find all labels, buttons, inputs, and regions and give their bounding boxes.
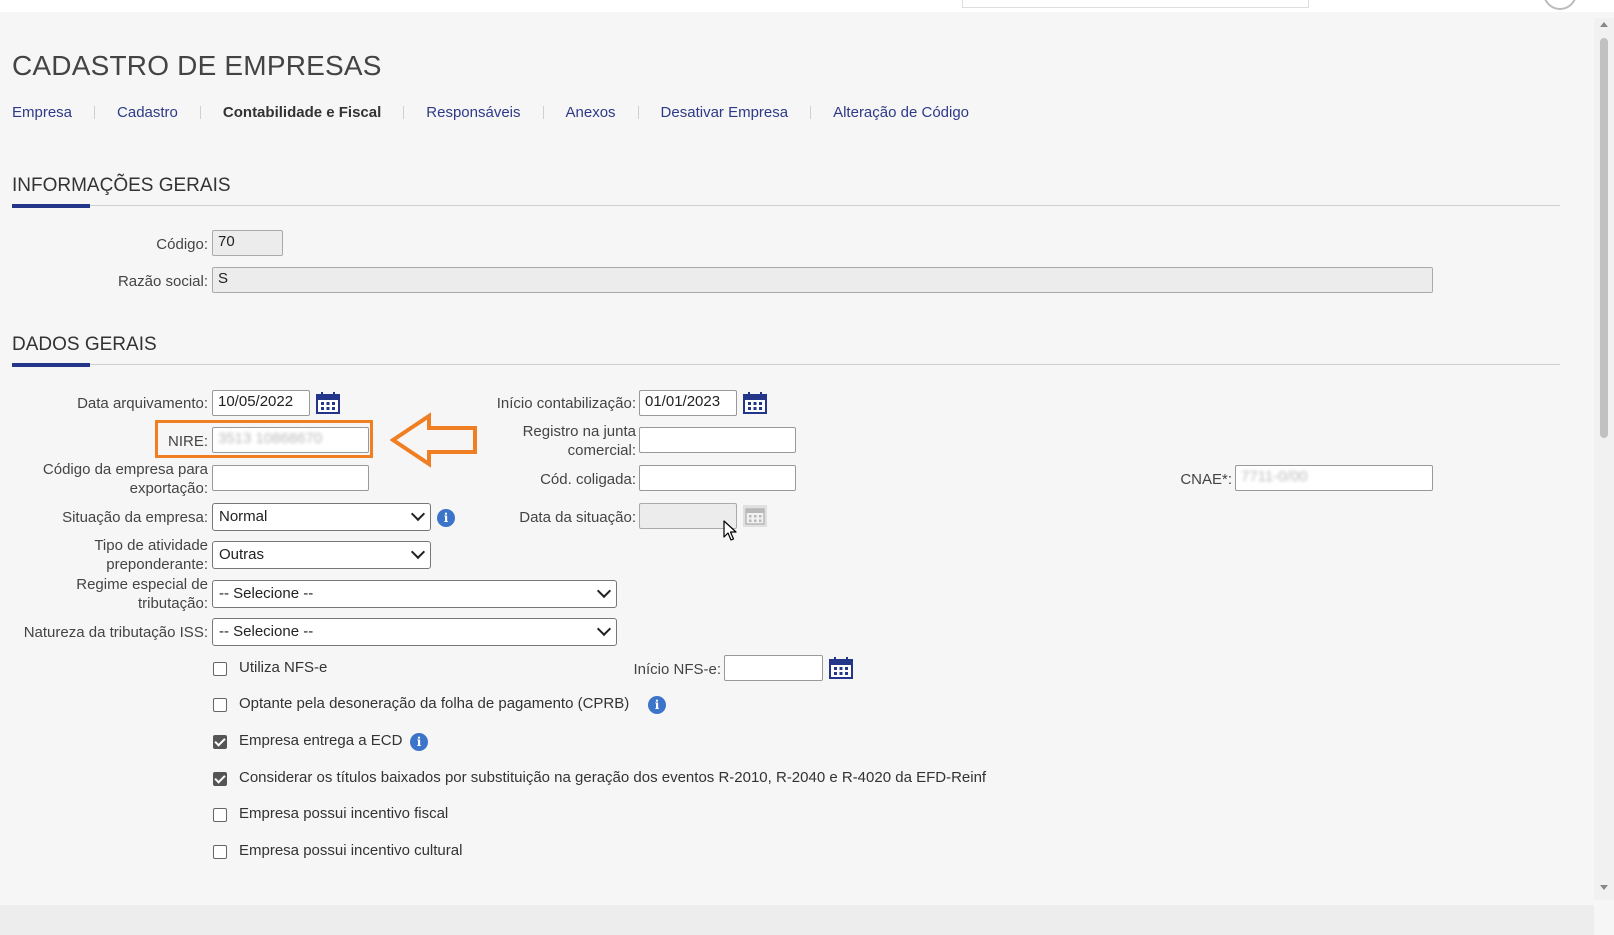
inicio-nfse-field[interactable]	[724, 655, 823, 681]
section-accent-bar	[12, 363, 90, 367]
titulos-baixados-checkbox[interactable]	[213, 772, 227, 786]
calendar-icon[interactable]	[829, 657, 853, 679]
tab-responsaveis[interactable]: Responsáveis	[426, 104, 520, 121]
cprb-checkbox[interactable]	[213, 698, 227, 712]
cnae-value: 7711-0/00	[1241, 468, 1308, 485]
tab-empresa[interactable]: Empresa	[12, 104, 72, 121]
data-situacao-label: Data da situação:	[519, 509, 636, 526]
regime-especial-value: -- Selecione --	[219, 585, 314, 602]
ecd-checkbox[interactable]	[213, 735, 227, 749]
calendar-icon[interactable]	[743, 392, 767, 414]
regime-especial-label: Regime especial de tributação:	[20, 575, 208, 613]
cnae-label: CNAE*:	[1180, 471, 1232, 488]
incentivo-fiscal-checkbox[interactable]	[213, 808, 227, 822]
section-accent-bar	[12, 204, 90, 208]
tipo-atividade-label: Tipo de atividade preponderante:	[20, 536, 208, 574]
natureza-tributacao-select[interactable]: -- Selecione --	[212, 618, 617, 646]
regime-especial-label-line2: tributação:	[137, 595, 208, 612]
natureza-tributacao-label: Natureza da tributação ISS:	[23, 624, 208, 641]
codigo-exportacao-label-line2: exportação:	[129, 480, 208, 497]
registro-junta-label: Registro na junta comercial:	[470, 422, 636, 460]
situacao-empresa-select[interactable]: Normal	[212, 503, 431, 531]
regime-especial-select[interactable]: -- Selecione --	[212, 580, 617, 608]
scroll-down-icon[interactable]	[1600, 885, 1608, 890]
vertical-scrollbar[interactable]	[1594, 18, 1614, 900]
cprb-label: Optante pela desoneração da folha de pag…	[239, 695, 630, 712]
section-divider	[12, 364, 1560, 365]
cod-coligada-field[interactable]	[639, 465, 796, 491]
codigo-exportacao-field[interactable]	[212, 465, 369, 491]
section-divider	[12, 205, 1560, 206]
incentivo-fiscal-label: Empresa possui incentivo fiscal	[239, 805, 449, 822]
codigo-label: Código:	[156, 236, 208, 253]
info-icon[interactable]: i	[648, 696, 666, 714]
titulos-baixados-label: Considerar os títulos baixados por subst…	[239, 769, 987, 786]
section-title-informacoes-gerais: INFORMAÇÕES GERAIS	[12, 175, 231, 196]
utiliza-nfse-checkbox[interactable]	[213, 662, 227, 676]
tab-divider	[199, 106, 201, 119]
tab-cadastro[interactable]: Cadastro	[117, 104, 178, 121]
inicio-contabilizacao-label: Início contabilização:	[496, 395, 636, 412]
registro-junta-label-line2: comercial:	[567, 442, 636, 459]
incentivo-cultural-label: Empresa possui incentivo cultural	[239, 842, 463, 859]
ecd-label: Empresa entrega a ECD	[239, 732, 403, 749]
nire-label: NIRE:	[167, 433, 208, 450]
incentivo-cultural-checkbox[interactable]	[213, 845, 227, 859]
top-bar	[0, 0, 1614, 12]
tab-divider	[810, 106, 812, 119]
registro-junta-label-line1: Registro na junta	[522, 423, 636, 440]
situacao-empresa-value: Normal	[219, 508, 268, 525]
tipo-atividade-select[interactable]: Outras	[212, 541, 431, 569]
tab-divider	[637, 106, 639, 119]
regime-especial-label-line1: Regime especial de	[76, 576, 208, 593]
tipo-atividade-label-line2: preponderante:	[106, 556, 208, 573]
tab-alteracao-codigo[interactable]: Alteração de Código	[833, 104, 969, 121]
cnae-field[interactable]: 7711-0/00	[1235, 465, 1433, 491]
tab-divider	[542, 106, 544, 119]
codigo-exportacao-label-line1: Código da empresa para	[42, 461, 208, 478]
avatar[interactable]	[1543, 0, 1577, 10]
razao-social-field[interactable]: S	[212, 267, 1433, 293]
info-icon[interactable]: i	[410, 733, 428, 751]
section-title-dados-gerais: DADOS GERAIS	[12, 334, 157, 355]
tab-divider	[94, 106, 96, 119]
tab-desativar-empresa[interactable]: Desativar Empresa	[661, 104, 789, 121]
nire-field[interactable]: 3513 10868670	[212, 427, 369, 453]
scroll-up-icon[interactable]	[1600, 22, 1608, 27]
chevron-down-icon	[596, 621, 612, 637]
codigo-field[interactable]: 70	[212, 230, 283, 256]
inicio-nfse-label: Início NFS-e:	[633, 661, 721, 678]
nire-value: 3513 10868670	[218, 430, 323, 447]
tab-anexos[interactable]: Anexos	[566, 104, 616, 121]
registro-junta-field[interactable]	[639, 427, 796, 453]
data-arquivamento-label: Data arquivamento:	[77, 395, 208, 412]
top-search-field[interactable]	[962, 0, 1309, 8]
left-arrow-annotation-icon	[390, 412, 477, 468]
footer-bar	[0, 905, 1594, 935]
cod-coligada-label: Cód. coligada:	[540, 471, 636, 488]
natureza-tributacao-value: -- Selecione --	[219, 623, 314, 640]
page-title: CADASTRO DE EMPRESAS	[12, 50, 382, 81]
tipo-atividade-value: Outras	[219, 546, 265, 563]
tab-bar: Empresa Cadastro Contabilidade e Fiscal …	[12, 104, 969, 121]
situacao-empresa-label: Situação da empresa:	[62, 509, 208, 526]
utiliza-nfse-label: Utiliza NFS-e	[239, 659, 328, 676]
calendar-icon[interactable]	[316, 392, 340, 414]
data-arquivamento-field[interactable]: 10/05/2022	[212, 390, 310, 416]
chevron-down-icon	[596, 583, 612, 599]
mouse-cursor-icon	[723, 520, 737, 541]
razao-social-label: Razão social:	[117, 273, 208, 290]
inicio-contabilizacao-field[interactable]: 01/01/2023	[639, 390, 737, 416]
codigo-exportacao-label: Código da empresa para exportação:	[10, 460, 208, 498]
calendar-icon	[743, 505, 767, 527]
chevron-down-icon	[410, 544, 426, 560]
info-icon[interactable]: i	[437, 509, 455, 527]
scrollbar-thumb[interactable]	[1600, 38, 1608, 438]
tab-contabilidade-fiscal[interactable]: Contabilidade e Fiscal	[223, 104, 381, 121]
tipo-atividade-label-line1: Tipo de atividade	[94, 537, 208, 554]
tab-divider	[403, 106, 405, 119]
chevron-down-icon	[410, 506, 426, 522]
